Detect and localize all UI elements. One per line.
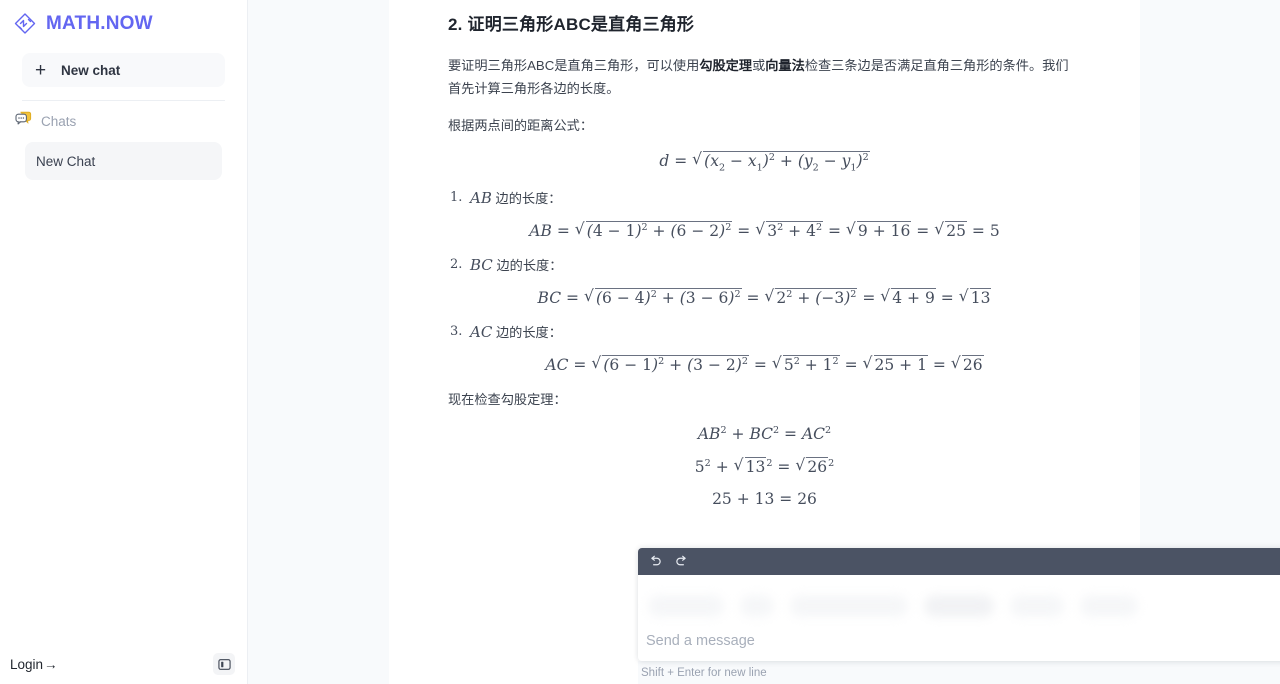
composer-hint: Shift + Enter for new line bbox=[638, 661, 1280, 684]
composer-toolbar: fx | | bbox=[638, 548, 1280, 575]
list-item: AC 边的长度： AC = (6 − 1)2 + (3 − 2)2 = 52 +… bbox=[448, 321, 1081, 374]
step-variable: AC bbox=[470, 323, 493, 342]
arrow-right-icon: → bbox=[44, 656, 58, 672]
step-heading: AC 边的长度： bbox=[448, 321, 1081, 344]
login-label: Login bbox=[10, 656, 44, 672]
step-suffix: 边的长度： bbox=[492, 325, 562, 341]
brand: MATH.NOW bbox=[0, 0, 247, 40]
chat-bubble-icon bbox=[15, 111, 32, 131]
steps-list: AB 边的长度： AB = (4 − 1)2 + (6 − 2)2 = 32 +… bbox=[448, 187, 1081, 374]
redo-arrow-icon[interactable] bbox=[674, 555, 689, 568]
intro-bold-1: 勾股定理 bbox=[699, 57, 753, 73]
intro-paragraph: 要证明三角形ABC是直角三角形，可以使用勾股定理或向量法检查三条边是否满足直角三… bbox=[448, 54, 1081, 100]
step-variable: AB bbox=[470, 188, 492, 207]
intro-bold-2: 向量法 bbox=[765, 57, 805, 73]
list-item: AB 边的长度： AB = (4 − 1)2 + (6 − 2)2 = 32 +… bbox=[448, 187, 1081, 240]
chat-item-label: New Chat bbox=[36, 153, 96, 169]
step-formula-ab: AB = (4 − 1)2 + (6 − 2)2 = 32 + 42 = 9 +… bbox=[448, 220, 1081, 240]
sidebar-toggle-icon[interactable] bbox=[213, 653, 235, 675]
distance-formula: d = (x2 − x1)2 + (y2 − y1)2 bbox=[448, 149, 1081, 173]
new-chat-button[interactable]: + New chat bbox=[22, 53, 225, 87]
new-chat-label: New chat bbox=[61, 62, 121, 78]
composer-body[interactable]: Send a message bbox=[638, 575, 1280, 661]
distance-lead: 根据两点间的距离公式： bbox=[448, 117, 594, 133]
message-input-placeholder[interactable]: Send a message bbox=[646, 633, 755, 649]
step-formula-ac: AC = (6 − 1)2 + (3 − 2)2 = 52 + 12 = 25 … bbox=[448, 354, 1081, 374]
plus-icon: + bbox=[34, 59, 47, 81]
undo-arrow-icon[interactable] bbox=[648, 555, 663, 568]
login-link[interactable]: Login → bbox=[10, 657, 58, 672]
brand-name: MATH.NOW bbox=[46, 13, 153, 34]
step-variable: BC bbox=[470, 255, 493, 274]
step-suffix: 边的长度： bbox=[492, 257, 563, 273]
app-root: MATH.NOW + New chat Chats New Chat Login… bbox=[0, 0, 1280, 684]
sidebar-chat-item[interactable]: New Chat bbox=[25, 142, 222, 180]
step-heading: AB 边的长度： bbox=[448, 187, 1081, 210]
composer-box: fx | | bbox=[638, 548, 1280, 661]
step-heading: BC 边的长度： bbox=[448, 254, 1081, 277]
pythagoras-line-3: 25 + 13 = 26 bbox=[712, 490, 817, 509]
diamond-math-logo-icon bbox=[12, 11, 38, 37]
pythagoras-lead: 现在检查勾股定理： bbox=[448, 392, 567, 408]
message-composer: fx | | bbox=[638, 548, 1280, 684]
pythagoras-line-2: 52 + 132 = 262 bbox=[448, 456, 1081, 476]
step-suffix: 边的长度： bbox=[491, 190, 562, 206]
chats-section-header: Chats bbox=[0, 101, 247, 129]
suggestion-skeleton bbox=[648, 595, 1138, 617]
sidebar: MATH.NOW + New chat Chats New Chat Login… bbox=[0, 0, 248, 684]
step-formula-bc: BC = (6 − 4)2 + (3 − 6)2 = 22 + (−3)2 = … bbox=[448, 287, 1081, 307]
main-area: 2. 证明三角形ABC是直角三角形 要证明三角形ABC是直角三角形，可以使用勾股… bbox=[248, 0, 1280, 684]
pythagoras-line-1: AB2 + BC2 = AC2 bbox=[697, 425, 832, 444]
list-item: BC 边的长度： BC = (6 − 4)2 + (3 − 6)2 = 22 +… bbox=[448, 254, 1081, 307]
page-title: 2. 证明三角形ABC是直角三角形 bbox=[448, 15, 695, 34]
intro-text-1: 要证明三角形ABC是直角三角形，可以使用 bbox=[448, 57, 700, 73]
chats-section-label: Chats bbox=[41, 113, 77, 129]
intro-text-2: 或 bbox=[752, 57, 766, 73]
sidebar-footer: Login → bbox=[0, 644, 247, 684]
